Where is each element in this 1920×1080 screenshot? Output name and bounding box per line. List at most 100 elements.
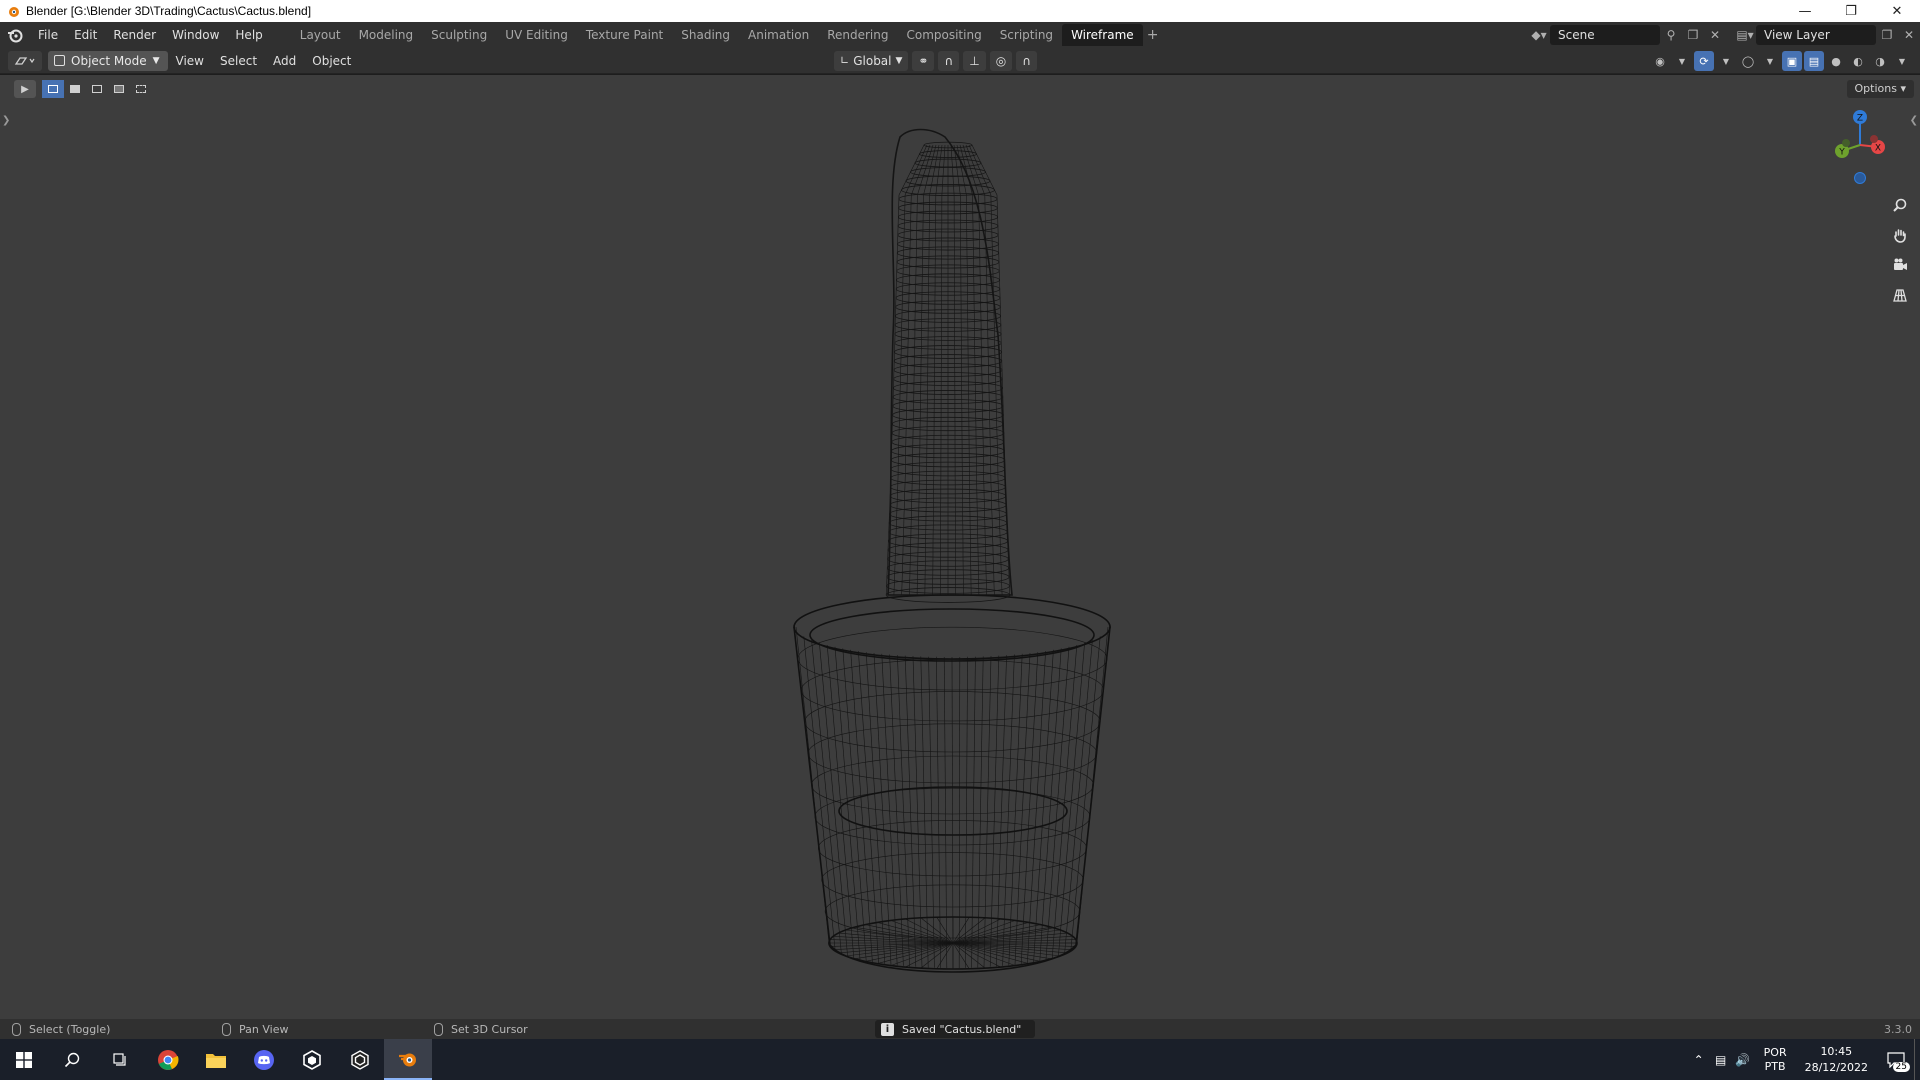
show-desktop-button[interactable] [1914,1039,1920,1080]
menu-window[interactable]: Window [164,22,227,48]
new-scene-icon[interactable]: ❐ [1682,25,1704,45]
menu-object[interactable]: Object [304,54,359,68]
transform-orientation-dropdown[interactable]: ∟ Global ▼ [834,51,909,71]
close-icon[interactable]: ✕ [1874,0,1920,22]
menu-edit[interactable]: Edit [66,22,105,48]
clock-date: 28/12/2022 [1804,1060,1868,1074]
menu-view[interactable]: View [168,54,212,68]
volume-icon[interactable]: 🔊 [1732,1053,1754,1067]
clock[interactable]: 10:45 28/12/2022 [1805,1044,1868,1076]
tab-layout[interactable]: Layout [291,24,350,46]
scene-icon[interactable]: ◆▾ [1528,25,1550,45]
blender-icon[interactable] [384,1039,432,1080]
shading-solid-icon[interactable]: ● [1826,51,1846,71]
ortho-grid-icon[interactable] [1888,283,1912,307]
tab-modeling[interactable]: Modeling [350,24,423,46]
status-message[interactable]: i Saved "Cactus.blend" [875,1020,1036,1038]
file-explorer-icon[interactable] [192,1039,240,1080]
navigation-gizmo[interactable]: Z X Y [1820,105,1900,185]
shading-material-icon[interactable]: ◐ [1848,51,1868,71]
transform-tools: ∟ Global ▼ ⚭ ∩ ⊥ ◎ ∩ [834,51,1038,71]
tab-wireframe[interactable]: Wireframe [1062,24,1143,46]
xray-toggle-icon[interactable]: ▣ [1782,51,1802,71]
hint-pan: Pan View [222,1022,288,1036]
hint-cursor-label: Set 3D Cursor [451,1022,528,1036]
hint-cursor: Set 3D Cursor [434,1022,528,1036]
menu-render[interactable]: Render [105,22,164,48]
3d-viewport[interactable]: ▶ Options ▾ ❯ ❮ Z X Y [0,75,1920,1019]
view-layer-field[interactable]: View Layer [1756,25,1876,45]
view-layer-icon[interactable]: ▤▾ [1734,25,1756,45]
tab-uv-editing[interactable]: UV Editing [496,24,577,46]
minimize-icon[interactable]: — [1782,0,1828,22]
gizmo-z-label: Z [1857,114,1863,124]
windows-taskbar: ⌃ ▤ 🔊 POR PTB 10:45 28/12/2022 25 [0,1039,1920,1080]
unity-icon[interactable] [336,1039,384,1080]
task-view-icon[interactable] [96,1039,144,1080]
editor-type-button[interactable] [8,50,42,71]
menu-file[interactable]: File [30,22,66,48]
tab-rendering[interactable]: Rendering [818,24,897,46]
falloff-dropdown[interactable]: ∩ [1016,51,1038,71]
delete-scene-icon[interactable]: ✕ [1704,25,1726,45]
chrome-icon[interactable] [144,1039,192,1080]
viewport-display-tools: ◉ ▼ ⟳ ▼ ◯ ▼ ▣ ▤ ● ◐ ◑ ▼ [1650,51,1912,71]
overlays-icon[interactable]: ◯ [1738,51,1758,71]
restore-icon[interactable]: ❐ [1828,0,1874,22]
menu-select[interactable]: Select [212,54,265,68]
tab-texture-paint[interactable]: Texture Paint [577,24,672,46]
visibility-eye-icon[interactable]: ◉ [1650,51,1670,71]
window-controls: — ❐ ✕ [1782,0,1920,22]
tab-animation[interactable]: Animation [739,24,818,46]
pan-hand-icon[interactable] [1888,223,1912,247]
tab-scripting[interactable]: Scripting [991,24,1062,46]
blender-logo-icon[interactable] [0,22,30,48]
camera-icon[interactable] [1888,253,1912,277]
menu-help[interactable]: Help [227,22,270,48]
search-icon[interactable] [48,1039,96,1080]
notification-center-icon[interactable]: 25 [1878,1039,1914,1080]
snap-increment-icon: ⊥ [969,54,980,68]
discord-icon[interactable] [240,1039,288,1080]
orientation-axes-icon: ∟ [840,54,850,67]
snap-target-dropdown[interactable]: ⊥ [963,51,986,71]
menu-add[interactable]: Add [265,54,304,68]
tab-shading[interactable]: Shading [672,24,739,46]
pin-icon[interactable]: ⚲ [1660,25,1682,45]
shading-rendered-icon[interactable]: ◑ [1870,51,1890,71]
system-tray: ⌃ ▤ 🔊 POR PTB 10:45 28/12/2022 25 [1688,1039,1920,1080]
pivot-icon: ⚭ [918,54,929,68]
clock-time: 10:45 [1820,1044,1853,1058]
tab-sculpting[interactable]: Sculpting [422,24,496,46]
keyboard-layout: PTB [1764,1059,1786,1073]
add-workspace-button[interactable]: + [1143,27,1163,43]
network-icon[interactable]: ▤ [1710,1053,1732,1067]
proportional-edit-toggle[interactable]: ◎ [989,51,1013,71]
chevron-down-icon[interactable]: ▼ [1760,51,1780,71]
gizmo-x-label: X [1875,144,1881,154]
shading-wireframe-icon[interactable]: ▤ [1804,51,1824,71]
unity-hub-icon[interactable] [288,1039,336,1080]
new-view-layer-icon[interactable]: ❐ [1876,25,1898,45]
tab-compositing[interactable]: Compositing [897,24,990,46]
windows-start-icon[interactable] [0,1039,48,1080]
chevron-down-icon[interactable]: ▼ [1716,51,1736,71]
snap-toggle[interactable]: ∩ [938,51,960,71]
pivot-point-dropdown[interactable]: ⚭ [912,51,935,71]
mode-dropdown[interactable]: Object Mode ▼ [48,50,168,71]
chevron-down-icon[interactable]: ▼ [1672,51,1692,71]
chevron-down-icon[interactable]: ▼ [1892,51,1912,71]
chevron-up-icon[interactable]: ⌃ [1688,1053,1710,1067]
orientation-label: Global [853,54,892,68]
zoom-icon[interactable] [1888,193,1912,217]
scene-field[interactable]: Scene [1550,25,1660,45]
delete-view-layer-icon[interactable]: ✕ [1898,25,1920,45]
gizmo-toggle-icon[interactable]: ⟳ [1694,51,1714,71]
info-icon: i [881,1022,894,1036]
magnet-icon: ∩ [944,54,954,68]
wireframe-cactus-model [793,128,1111,973]
blender-app-icon [9,7,19,17]
viewport-header: Object Mode ▼ View Select Add Object ∟ G… [0,48,1920,74]
language-indicator[interactable]: POR PTB [1764,1046,1787,1074]
window-titlebar: Blender [G:\Blender 3D\Trading\Cactus\Ca… [0,0,1920,22]
